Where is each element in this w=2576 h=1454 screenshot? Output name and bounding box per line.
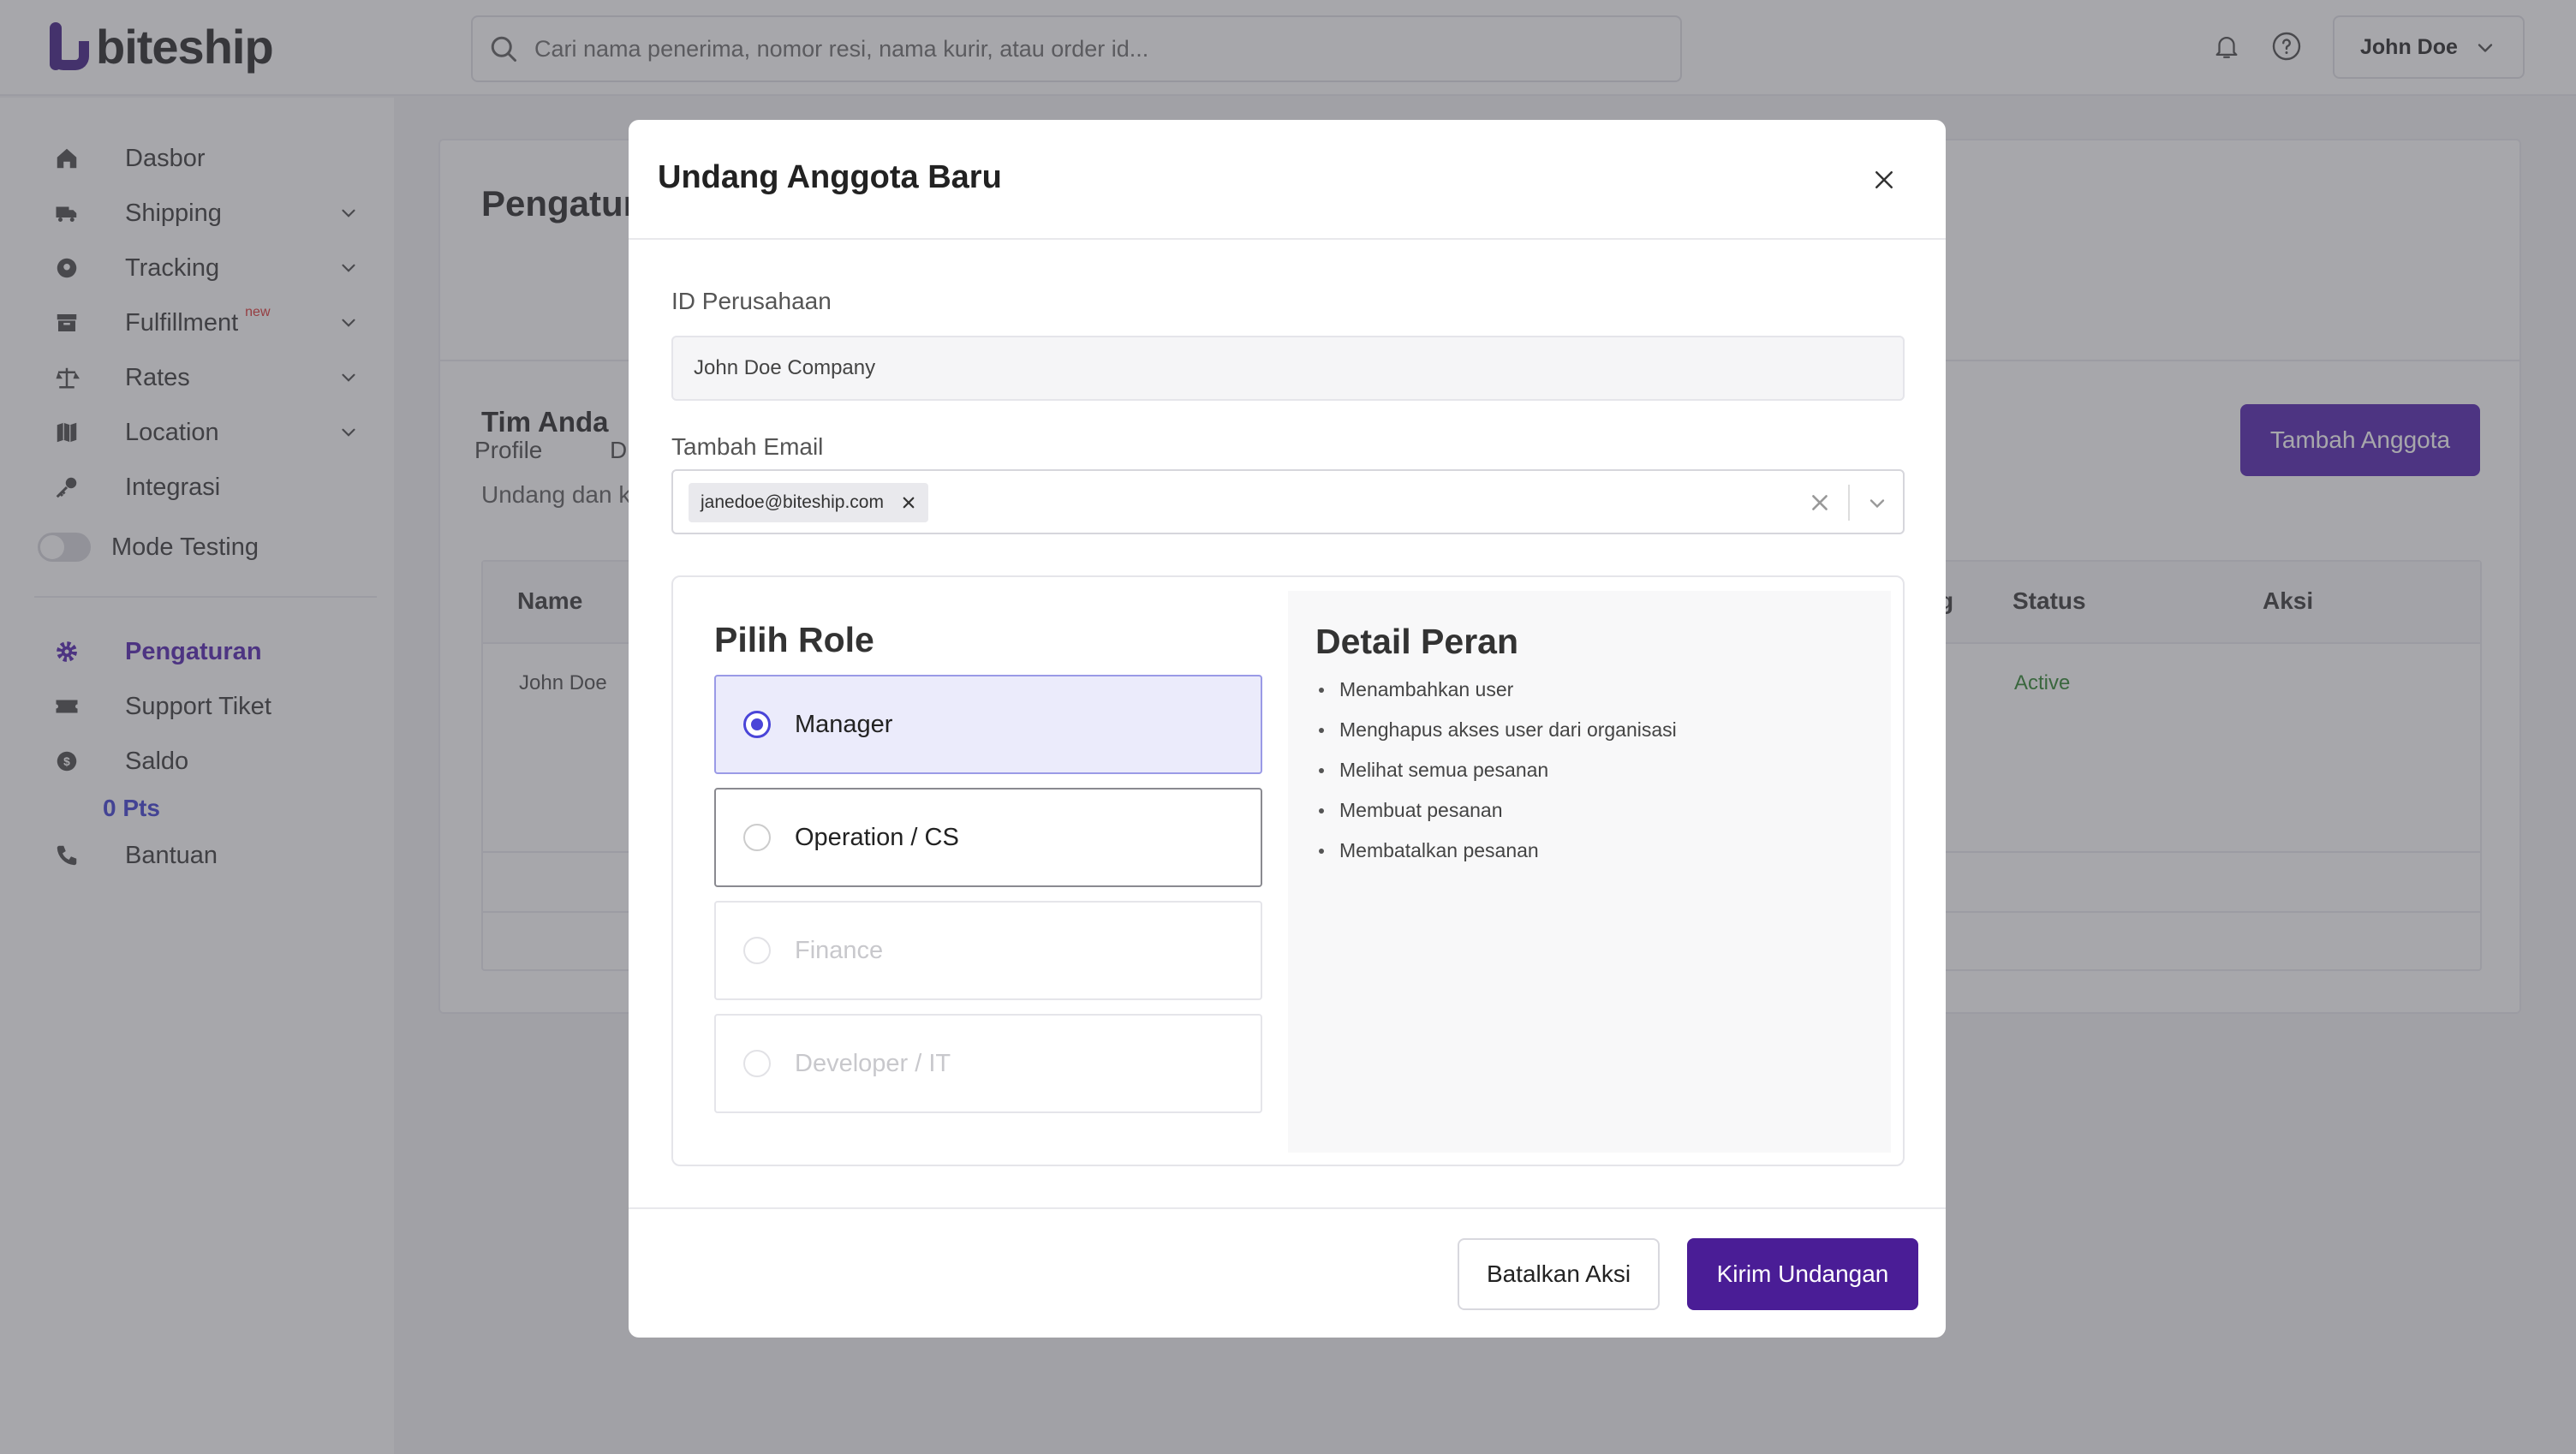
input-separator [1848, 485, 1850, 521]
radio-disabled [743, 1050, 771, 1077]
role-detail-title: Detail Peran [1315, 622, 1518, 661]
cancel-button[interactable]: Batalkan Aksi [1458, 1238, 1660, 1310]
close-icon [1875, 171, 1893, 188]
list-item: Membuat pesanan [1315, 799, 1677, 839]
role-label: Operation / CS [795, 823, 959, 851]
invite-member-modal: Undang Anggota Baru ID Perusahaan Tambah… [629, 120, 1946, 1338]
clear-icon[interactable] [1805, 488, 1834, 517]
detail-text: Membatalkan pesanan [1339, 839, 1539, 861]
role-detail-list: Menambahkan user Menghapus akses user da… [1315, 678, 1677, 879]
email-input[interactable]: janedoe@biteship.com [671, 469, 1905, 534]
role-detail-panel: Detail Peran Menambahkan user Menghapus … [1288, 591, 1891, 1153]
close-button[interactable] [1862, 158, 1906, 202]
chevron-down-icon[interactable] [1862, 488, 1893, 519]
role-label: Developer / IT [795, 1049, 951, 1077]
list-item: Membatalkan pesanan [1315, 839, 1677, 879]
detail-text: Menambahkan user [1339, 678, 1514, 700]
send-invite-button[interactable]: Kirim Undangan [1687, 1238, 1918, 1310]
role-option-operation-cs[interactable]: Operation / CS [714, 788, 1262, 887]
remove-chip-icon[interactable] [899, 493, 918, 512]
email-chip: janedoe@biteship.com [689, 483, 928, 522]
role-option-finance: Finance [714, 901, 1262, 1000]
company-id-field[interactable] [671, 336, 1905, 401]
role-option-developer-it: Developer / IT [714, 1014, 1262, 1113]
list-item: Melihat semua pesanan [1315, 759, 1677, 799]
email-label: Tambah Email [671, 433, 824, 460]
modal-title: Undang Anggota Baru [658, 159, 1002, 195]
role-title: Pilih Role [714, 620, 874, 659]
role-label: Finance [795, 936, 884, 964]
radio-selected[interactable] [743, 711, 771, 738]
modal-footer: Batalkan Aksi Kirim Undangan [629, 1207, 1946, 1338]
list-item: Menambahkan user [1315, 678, 1677, 718]
radio-disabled [743, 937, 771, 964]
company-id-label: ID Perusahaan [671, 288, 832, 314]
detail-text: Melihat semua pesanan [1339, 759, 1549, 781]
role-option-manager[interactable]: Manager [714, 675, 1262, 774]
list-item: Menghapus akses user dari organisasi [1315, 718, 1677, 759]
detail-text: Menghapus akses user dari organisasi [1339, 718, 1677, 741]
role-label: Manager [795, 710, 893, 738]
email-chip-text: janedoe@biteship.com [701, 492, 884, 512]
radio-unselected[interactable] [743, 824, 771, 851]
role-panel: Pilih Role Manager Operation / CS Financ… [671, 575, 1905, 1166]
modal-header: Undang Anggota Baru [629, 120, 1946, 240]
detail-text: Membuat pesanan [1339, 799, 1503, 821]
